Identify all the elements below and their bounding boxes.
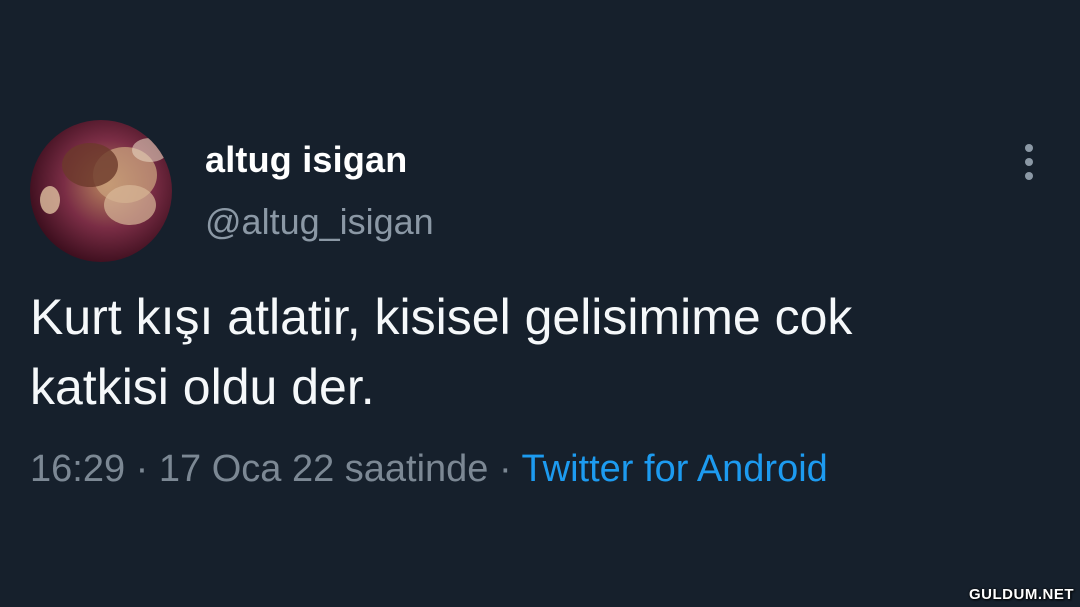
tweet-meta: 16:29 · 17 Oca 22 saatinde · Twitter for… bbox=[30, 448, 828, 491]
tweet-date[interactable]: 17 Oca 22 saatinde bbox=[159, 448, 489, 490]
tweet-text-line: Kurt kışı atlatir, kisisel gelisimime co… bbox=[30, 289, 853, 345]
meta-separator: · bbox=[499, 448, 512, 490]
meta-separator: · bbox=[135, 448, 149, 490]
avatar[interactable] bbox=[30, 120, 172, 262]
tweet-source-link[interactable]: Twitter for Android bbox=[522, 448, 828, 490]
more-options-icon[interactable] bbox=[1014, 142, 1044, 182]
tweet-time[interactable]: 16:29 bbox=[30, 448, 125, 490]
author-display-name[interactable]: altug isigan bbox=[205, 139, 407, 181]
author-handle[interactable]: @altug_isigan bbox=[205, 201, 434, 243]
tweet-text: Kurt kışı atlatir, kisisel gelisimime co… bbox=[30, 282, 1040, 422]
watermark: GULDUM.NET bbox=[969, 586, 1074, 603]
tweet-text-line: katkisi oldu der. bbox=[30, 359, 375, 415]
avatar-photo bbox=[40, 138, 168, 225]
